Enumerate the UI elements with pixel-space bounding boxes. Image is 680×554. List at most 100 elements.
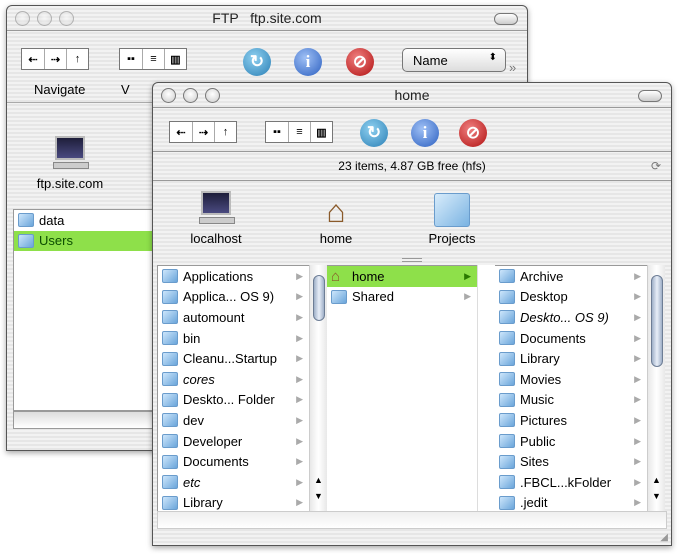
status-bar: 23 items, 4.87 GB free (hfs) ⟳ xyxy=(153,151,671,181)
zoom-button[interactable] xyxy=(59,11,74,26)
disclosure-arrow-icon: ▶ xyxy=(634,476,641,487)
stop-icon[interactable]: ⊘ xyxy=(346,48,374,76)
minimize-button[interactable] xyxy=(37,11,52,26)
up-icon[interactable]: ↑ xyxy=(66,49,88,69)
zoom-button[interactable] xyxy=(205,88,220,103)
shelf-item-home[interactable]: ⌂ home xyxy=(291,191,381,246)
icon-view-icon[interactable]: ▪▪ xyxy=(120,49,142,69)
refresh-icon[interactable]: ↻ xyxy=(243,48,271,76)
close-button[interactable] xyxy=(15,11,30,26)
item-label: data xyxy=(39,212,65,228)
list-item[interactable]: automount ▶ xyxy=(158,307,309,328)
horizontal-scrollbar[interactable] xyxy=(157,511,667,529)
list-item[interactable]: Pictures ▶ xyxy=(495,410,647,431)
up-icon[interactable]: ↑ xyxy=(214,122,236,142)
column-view-icon[interactable]: ▥ xyxy=(164,49,186,69)
scroll-up-icon[interactable]: ▲ xyxy=(652,475,661,485)
list-item[interactable]: Documents ▶ xyxy=(495,328,647,349)
refresh-icon[interactable]: ↻ xyxy=(360,119,388,147)
scroll-thumb[interactable] xyxy=(651,275,663,367)
minimize-button[interactable] xyxy=(183,88,198,103)
list-view-icon[interactable]: ≡ xyxy=(288,122,310,142)
back-icon[interactable]: ⇠ xyxy=(170,122,192,142)
list-item[interactable]: Library ▶ xyxy=(495,348,647,369)
folder-icon xyxy=(162,289,178,304)
disclosure-arrow-icon: ▶ xyxy=(634,311,641,322)
view-label: V xyxy=(121,82,130,97)
list-item[interactable]: Archive ▶ xyxy=(495,266,647,287)
shelf-item-label: Projects xyxy=(428,231,476,246)
scroll-down-icon[interactable]: ▼ xyxy=(314,491,323,501)
item-label: Deskto... Folder xyxy=(183,392,275,408)
shelf-item-server[interactable]: ftp.site.com xyxy=(25,136,115,191)
house-icon: ⌂ xyxy=(331,267,341,285)
list-item[interactable]: etc ▶ xyxy=(158,472,309,493)
disclosure-arrow-icon: ▶ xyxy=(634,435,641,446)
list-item[interactable]: Developer ▶ xyxy=(158,431,309,452)
list-item[interactable]: dev ▶ xyxy=(158,410,309,431)
shelf-resize-handle[interactable] xyxy=(402,258,422,262)
folder-icon xyxy=(162,475,178,490)
list-view-icon[interactable]: ≡ xyxy=(142,49,164,69)
folder-icon xyxy=(331,289,347,304)
close-button[interactable] xyxy=(161,88,176,103)
icon-view-icon[interactable]: ▪▪ xyxy=(266,122,288,142)
list-item[interactable]: Library ▶ xyxy=(158,493,309,511)
list-item[interactable]: Music ▶ xyxy=(495,390,647,411)
shelf-item-localhost[interactable]: localhost xyxy=(171,191,261,246)
list-item[interactable]: Movies ▶ xyxy=(495,369,647,390)
list-item-selected[interactable]: ⌂ home ▶ xyxy=(327,266,477,287)
list-item[interactable]: Shared ▶ xyxy=(327,287,477,308)
folder-icon xyxy=(18,213,34,228)
list-item[interactable]: Desktop ▶ xyxy=(495,287,647,308)
ftp-title-bar[interactable]: FTP ftp.site.com xyxy=(7,6,527,31)
browser-column-2: ⌂ home ▶ Shared ▶ xyxy=(327,265,477,511)
horizontal-scrollbar[interactable] xyxy=(13,411,153,429)
info-icon[interactable]: i xyxy=(411,119,439,147)
scroll-down-icon[interactable]: ▼ xyxy=(652,491,661,501)
list-item[interactable]: Public ▶ xyxy=(495,431,647,452)
list-item[interactable]: Applica... OS 9) ▶ xyxy=(158,287,309,308)
item-label: Movies xyxy=(520,371,562,387)
list-item[interactable]: Applications ▶ xyxy=(158,266,309,287)
back-icon[interactable]: ⇠ xyxy=(22,49,44,69)
ftp-column: data Users xyxy=(13,209,153,411)
list-item[interactable]: Sites ▶ xyxy=(495,451,647,472)
list-item[interactable]: data xyxy=(14,210,152,231)
item-label: .jedit xyxy=(520,495,548,511)
forward-icon[interactable]: ⇢ xyxy=(192,122,214,142)
toolbar-toggle-button[interactable] xyxy=(494,13,518,25)
column-1-scrollbar[interactable]: ▲ ▼ xyxy=(309,265,327,511)
column-view-icon[interactable]: ▥ xyxy=(310,122,332,142)
column-3-scrollbar[interactable]: ▲ ▼ xyxy=(647,265,665,511)
list-item[interactable]: Cleanu...Startup ▶ xyxy=(158,348,309,369)
disclosure-arrow-icon: ▶ xyxy=(296,414,303,425)
stop-icon[interactable]: ⊘ xyxy=(459,119,487,147)
overflow-chevron-icon[interactable]: » xyxy=(509,60,516,75)
list-item[interactable]: .jedit ▶ xyxy=(495,493,647,511)
folder-icon xyxy=(162,310,178,325)
disclosure-arrow-icon: ▶ xyxy=(296,435,303,446)
forward-icon[interactable]: ⇢ xyxy=(44,49,66,69)
item-label: automount xyxy=(183,309,245,325)
sort-select[interactable]: Name ⬍ xyxy=(402,48,506,72)
resize-grip-icon[interactable]: ◢ xyxy=(660,532,668,543)
info-icon[interactable]: i xyxy=(294,48,322,76)
scroll-thumb[interactable] xyxy=(313,275,325,321)
home-title-bar[interactable]: home xyxy=(153,83,671,108)
folder-icon xyxy=(499,434,515,449)
list-item[interactable]: bin ▶ xyxy=(158,328,309,349)
list-item[interactable]: cores ▶ xyxy=(158,369,309,390)
disclosure-arrow-icon: ▶ xyxy=(634,373,641,384)
list-item[interactable]: .FBCL...kFolder ▶ xyxy=(495,472,647,493)
scroll-up-icon[interactable]: ▲ xyxy=(314,475,323,485)
list-item-selected[interactable]: Users xyxy=(14,230,152,252)
list-item[interactable]: Deskto... OS 9) ▶ xyxy=(495,307,647,328)
shelf-item-projects[interactable]: Projects xyxy=(407,191,497,246)
list-item[interactable]: Documents ▶ xyxy=(158,451,309,472)
sync-icon[interactable]: ⟳ xyxy=(651,152,661,180)
status-text: 23 items, 4.87 GB free (hfs) xyxy=(338,159,486,173)
list-item[interactable]: Deskto... Folder ▶ xyxy=(158,390,309,411)
folder-icon xyxy=(162,495,178,510)
toolbar-toggle-button[interactable] xyxy=(638,90,662,102)
